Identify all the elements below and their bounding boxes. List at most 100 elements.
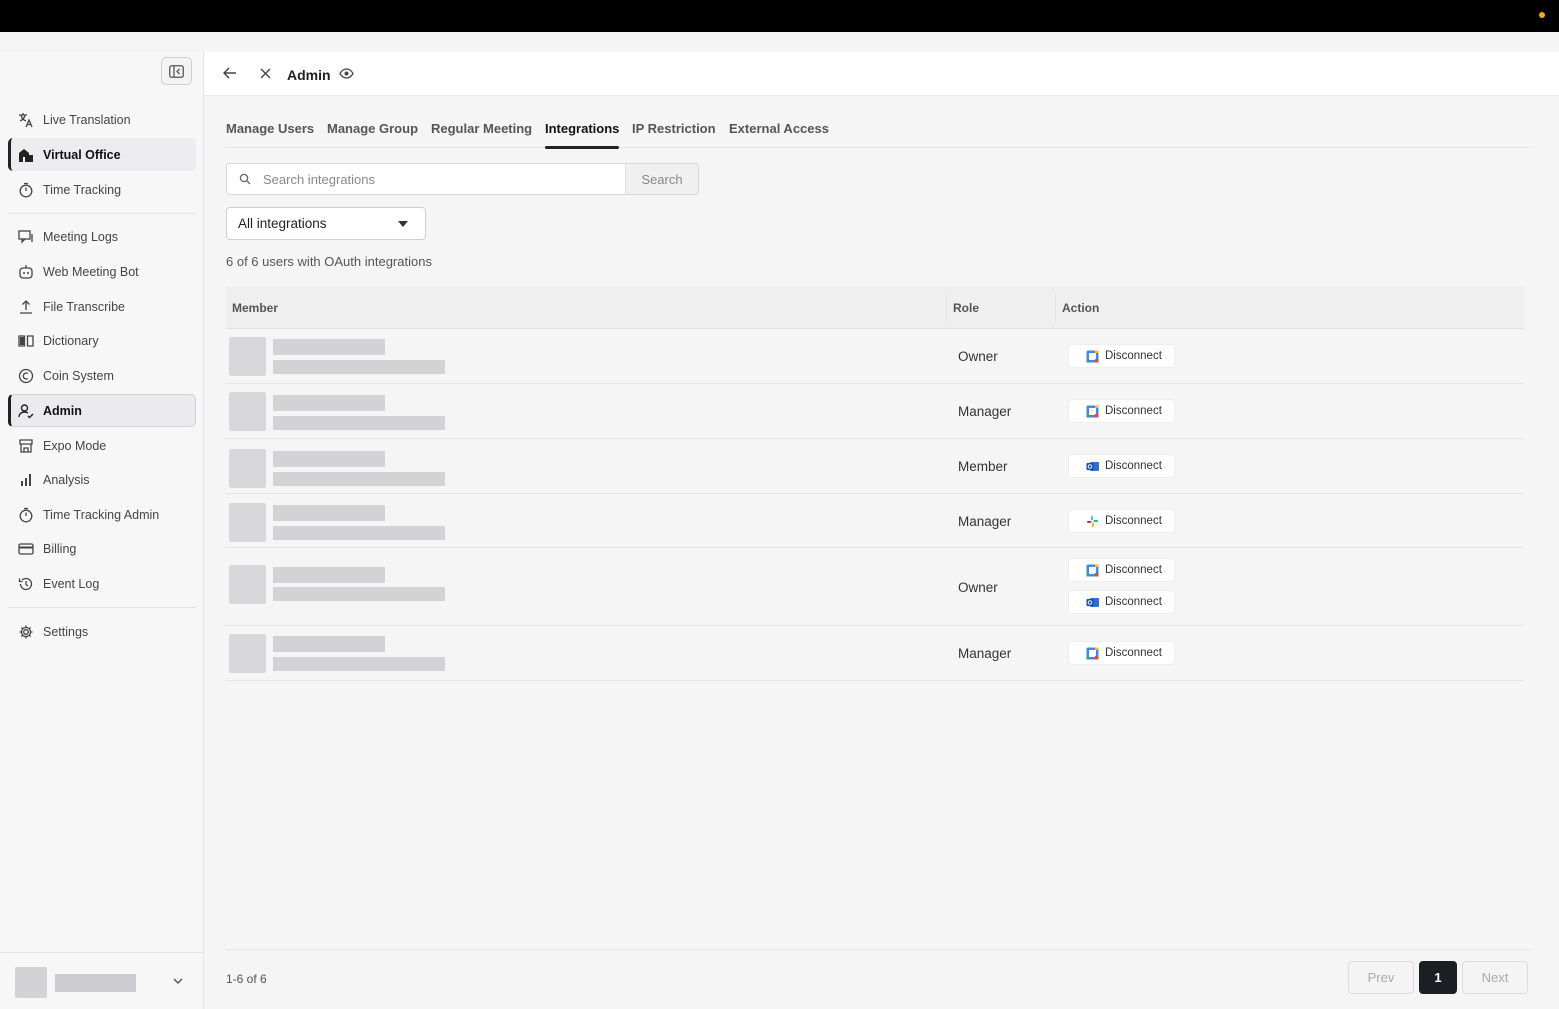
caret-down-icon bbox=[398, 221, 408, 227]
sidebar-item-event-log[interactable]: Event Log bbox=[8, 567, 196, 600]
outlook-icon bbox=[1086, 597, 1099, 607]
sidebar-item-billing[interactable]: Billing bbox=[8, 532, 196, 565]
google-calendar-icon bbox=[1086, 647, 1099, 659]
member-email-placeholder bbox=[273, 526, 445, 540]
column-header-member: Member bbox=[232, 301, 279, 315]
outlook-icon bbox=[1086, 461, 1099, 471]
table-header: Member Role Action bbox=[226, 286, 1524, 329]
prev-page-button[interactable]: Prev bbox=[1348, 961, 1414, 994]
disconnect-label: Disconnect bbox=[1105, 515, 1162, 527]
member-avatar bbox=[229, 503, 266, 542]
column-divider bbox=[946, 294, 947, 322]
next-page-button[interactable]: Next bbox=[1462, 961, 1528, 994]
sidebar-item-dictionary[interactable]: Dictionary bbox=[8, 324, 196, 357]
tab-integrations[interactable]: Integrations bbox=[545, 121, 620, 149]
member-email-placeholder bbox=[273, 587, 445, 601]
column-header-role: Role bbox=[953, 301, 980, 315]
disconnect-button[interactable]: Disconnect bbox=[1068, 399, 1175, 423]
eye-icon[interactable] bbox=[339, 67, 354, 80]
search-input[interactable] bbox=[263, 164, 623, 194]
tab-external-access[interactable]: External Access bbox=[729, 121, 829, 136]
sidebar-item-meeting-logs[interactable]: Meeting Logs bbox=[8, 220, 196, 253]
sidebar-item-time-tracking-admin[interactable]: Time Tracking Admin bbox=[8, 498, 196, 531]
sidebar-item-label: Expo Mode bbox=[43, 438, 107, 453]
member-name-placeholder bbox=[273, 636, 385, 652]
gear-icon bbox=[17, 623, 35, 641]
member-name-placeholder bbox=[273, 339, 385, 355]
disconnect-button[interactable]: Disconnect bbox=[1068, 509, 1175, 533]
search-bar: Search bbox=[226, 163, 699, 195]
member-avatar bbox=[229, 337, 266, 376]
member-role: Manager bbox=[958, 404, 1012, 419]
chat-log-icon bbox=[17, 228, 35, 246]
sidebar-collapse-icon bbox=[169, 64, 184, 78]
sidebar-item-analysis[interactable]: Analysis bbox=[8, 463, 196, 496]
disconnect-button[interactable]: Disconnect bbox=[1068, 344, 1175, 368]
sidebar-item-label: Admin bbox=[43, 403, 82, 418]
table-row: Manager Disconnect bbox=[226, 494, 1524, 548]
member-email-placeholder bbox=[273, 657, 445, 671]
book-icon bbox=[17, 332, 35, 350]
tab-manage-users[interactable]: Manage Users bbox=[226, 121, 314, 136]
google-calendar-icon bbox=[1086, 405, 1099, 417]
user-admin-icon bbox=[17, 402, 35, 420]
user-menu[interactable] bbox=[0, 952, 204, 1009]
store-icon bbox=[17, 437, 35, 455]
sidebar-item-coin-system[interactable]: Coin System bbox=[8, 359, 196, 392]
slack-icon bbox=[1087, 515, 1098, 527]
member-role: Owner bbox=[958, 580, 998, 595]
table-row: Owner Disconnect Disconnect bbox=[226, 548, 1524, 626]
sidebar-item-label: Settings bbox=[43, 624, 89, 639]
sidebar: Live Translation Virtual Office Time Tra… bbox=[0, 52, 204, 1009]
back-arrow-icon[interactable] bbox=[222, 66, 238, 80]
member-name-placeholder bbox=[273, 395, 385, 411]
member-role: Member bbox=[958, 459, 1008, 474]
disconnect-button[interactable]: Disconnect bbox=[1068, 590, 1175, 614]
sidebar-item-time-tracking[interactable]: Time Tracking bbox=[8, 173, 196, 206]
member-avatar bbox=[229, 634, 266, 673]
pagination-range: 1-6 of 6 bbox=[226, 972, 267, 986]
sidebar-item-file-transcribe[interactable]: File Transcribe bbox=[8, 290, 196, 323]
collapse-sidebar-button[interactable] bbox=[161, 57, 192, 85]
member-avatar bbox=[229, 565, 266, 604]
sidebar-item-live-translation[interactable]: Live Translation bbox=[8, 103, 196, 136]
page-1-button[interactable]: 1 bbox=[1419, 961, 1457, 994]
stopwatch-icon bbox=[17, 181, 35, 199]
upload-icon bbox=[17, 298, 35, 316]
sidebar-item-label: Event Log bbox=[43, 576, 100, 591]
member-avatar bbox=[229, 392, 266, 431]
member-role: Manager bbox=[958, 646, 1012, 661]
stopwatch-icon bbox=[17, 506, 35, 524]
tab-regular-meeting[interactable]: Regular Meeting bbox=[431, 121, 532, 136]
search-button[interactable]: Search bbox=[625, 164, 698, 194]
admin-tabs: Manage Users Manage Group Regular Meetin… bbox=[226, 116, 1530, 149]
sidebar-item-label: Web Meeting Bot bbox=[43, 264, 139, 279]
disconnect-button[interactable]: Disconnect bbox=[1068, 558, 1175, 582]
sidebar-item-virtual-office[interactable]: Virtual Office bbox=[8, 138, 196, 171]
tab-ip-restriction[interactable]: IP Restriction bbox=[632, 121, 716, 136]
tab-manage-group[interactable]: Manage Group bbox=[327, 121, 418, 136]
sidebar-item-label: Virtual Office bbox=[43, 147, 121, 162]
history-icon bbox=[17, 575, 35, 593]
member-name-placeholder bbox=[273, 451, 385, 467]
close-icon[interactable] bbox=[259, 67, 272, 80]
user-name-placeholder bbox=[55, 974, 136, 992]
sidebar-item-admin[interactable]: Admin bbox=[8, 394, 196, 427]
translate-icon bbox=[17, 111, 35, 129]
main-content: Manage Users Manage Group Regular Meetin… bbox=[204, 96, 1559, 1009]
sidebar-item-settings[interactable]: Settings bbox=[8, 615, 196, 648]
column-header-action: Action bbox=[1062, 301, 1100, 315]
disconnect-button[interactable]: Disconnect bbox=[1068, 641, 1175, 665]
system-top-bar bbox=[0, 0, 1559, 32]
bar-chart-icon bbox=[17, 471, 35, 489]
sidebar-item-label: File Transcribe bbox=[43, 299, 125, 314]
member-role: Manager bbox=[958, 514, 1012, 529]
integration-filter-select[interactable]: All integrations bbox=[226, 207, 426, 240]
search-icon bbox=[239, 173, 251, 185]
disconnect-label: Disconnect bbox=[1105, 405, 1162, 417]
disconnect-label: Disconnect bbox=[1105, 647, 1162, 659]
chevron-down-icon bbox=[173, 978, 183, 984]
sidebar-item-web-meeting-bot[interactable]: Web Meeting Bot bbox=[8, 255, 196, 288]
disconnect-button[interactable]: Disconnect bbox=[1068, 454, 1175, 478]
sidebar-item-expo-mode[interactable]: Expo Mode bbox=[8, 429, 196, 462]
